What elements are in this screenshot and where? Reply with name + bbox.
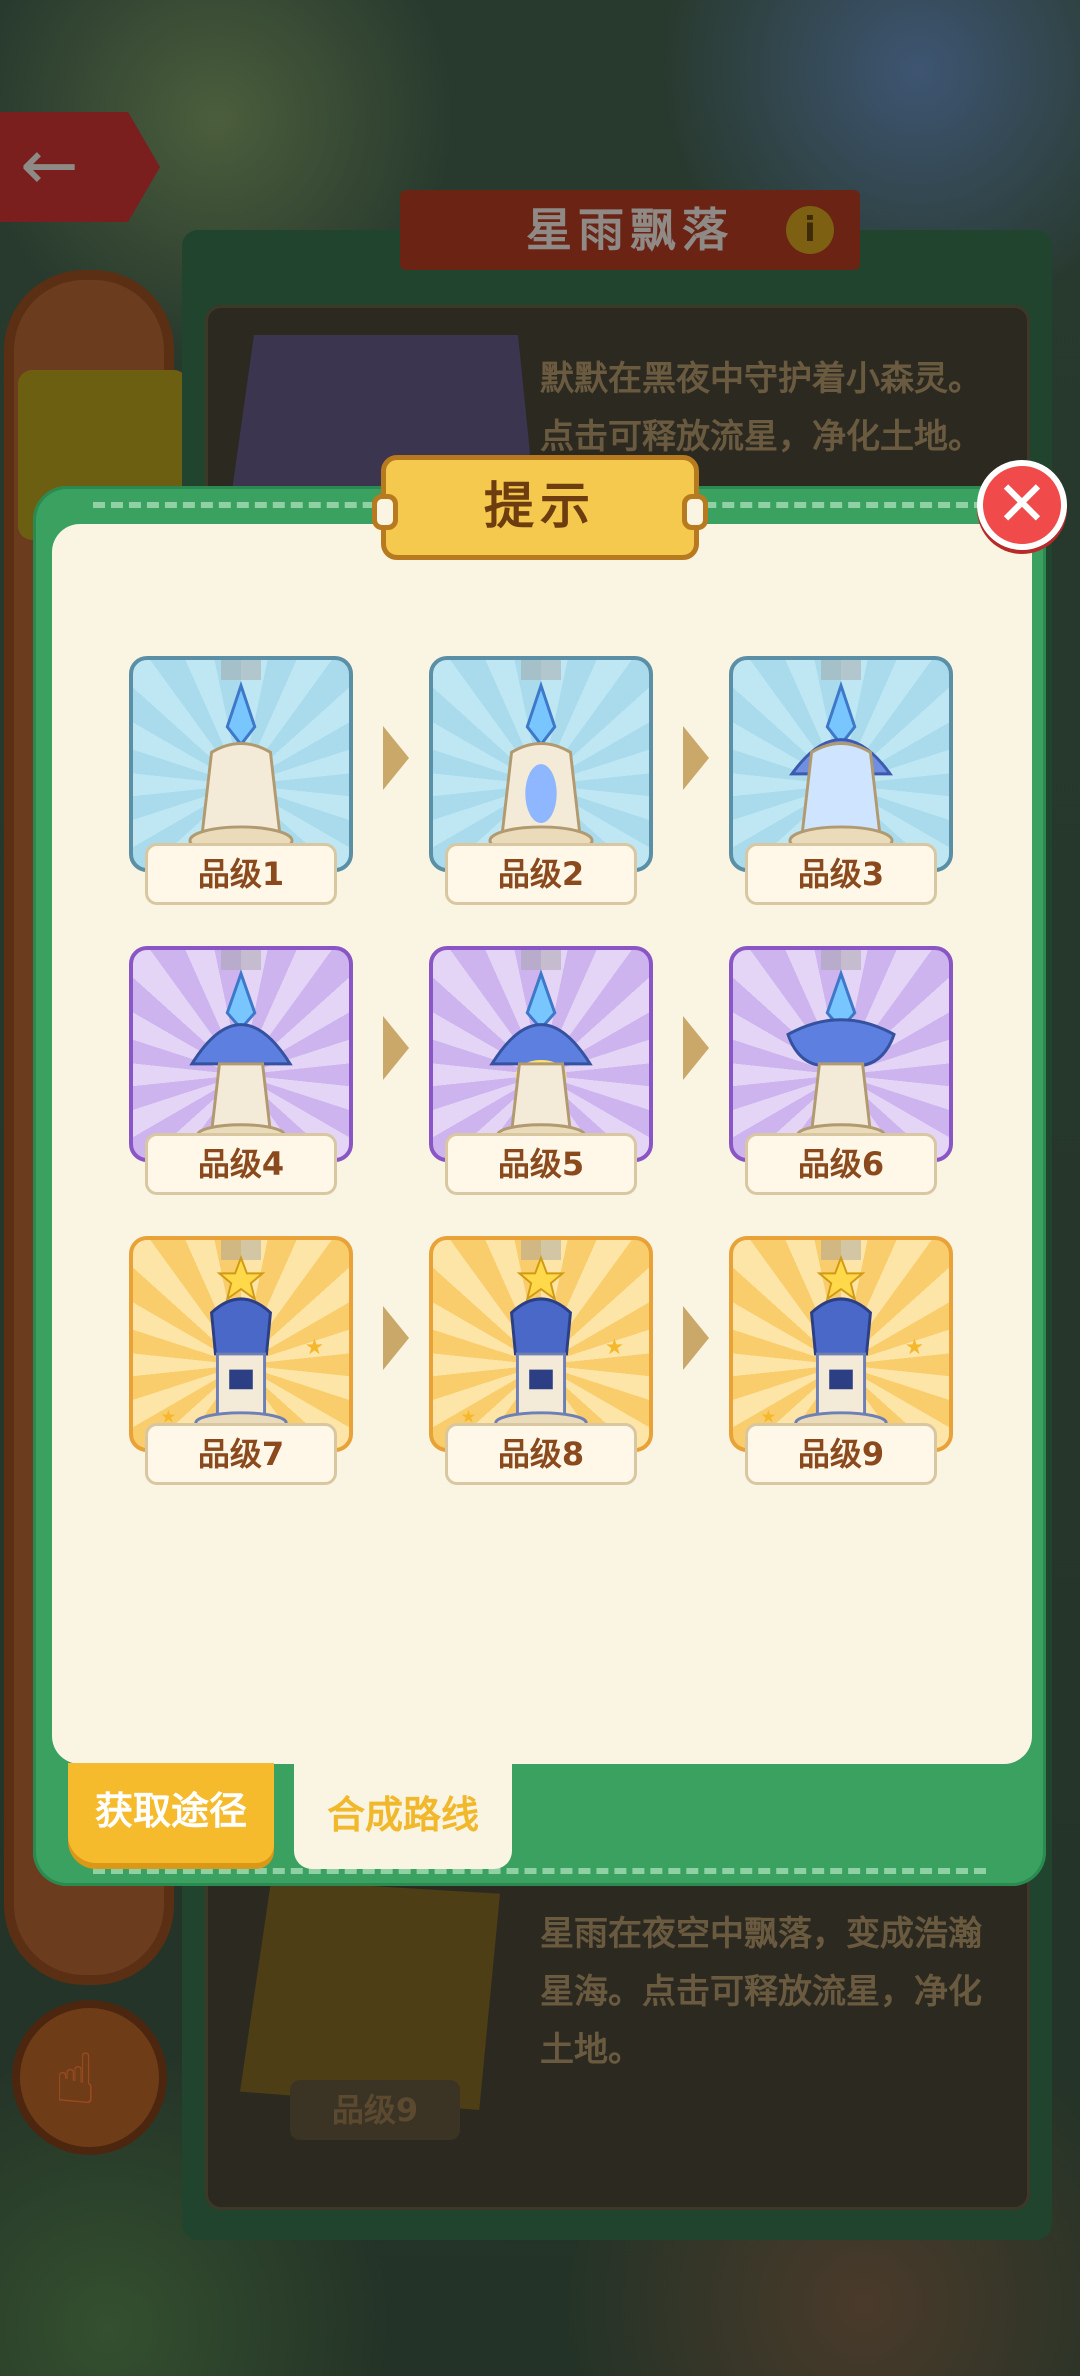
tier-label-2: 品级2	[445, 843, 637, 905]
info-icon[interactable]: i	[786, 206, 834, 254]
tier-card-2[interactable]	[429, 656, 653, 872]
back-button[interactable]: ←	[0, 112, 160, 222]
modal-title: 提示	[372, 455, 708, 560]
modal-dash-bottom	[93, 1868, 986, 1874]
merge-arrow-icon	[683, 726, 709, 790]
tab-get-path[interactable]: 获取途径	[68, 1763, 274, 1863]
tier-card-4[interactable]	[129, 946, 353, 1162]
merge-arrow-icon	[683, 1016, 709, 1080]
merge-arrow-icon	[383, 726, 409, 790]
tier-card-9[interactable]: ★ ★	[729, 1236, 953, 1452]
tier-label-7: 品级7	[145, 1423, 337, 1485]
tower-icon	[433, 674, 649, 864]
tower-icon	[733, 674, 949, 864]
svg-text:★: ★	[905, 1335, 924, 1360]
item-description-bottom: 星雨在夜空中飘落，变成浩瀚星海。点击可释放流星，净化土地。	[540, 1914, 982, 2070]
merge-arrow-icon	[383, 1016, 409, 1080]
close-button[interactable]: ✕	[977, 460, 1067, 550]
tower-icon: ★ ★	[433, 1254, 649, 1444]
close-icon: ✕	[996, 467, 1048, 540]
hand-pointer-icon: ☝	[54, 2038, 97, 2120]
svg-text:★: ★	[605, 1335, 624, 1360]
tier-card-8[interactable]: ★ ★	[429, 1236, 653, 1452]
tower-icon	[733, 964, 949, 1154]
tower-icon	[133, 674, 349, 864]
tower-icon	[433, 964, 649, 1154]
tower-icon: ★ ★	[733, 1254, 949, 1444]
tier-card-7[interactable]: ★ ★	[129, 1236, 353, 1452]
merge-arrow-icon	[683, 1306, 709, 1370]
tier-label-5: 品级5	[445, 1133, 637, 1195]
tier-card-1[interactable]	[129, 656, 353, 872]
tab-merge-route[interactable]: 合成路线	[294, 1763, 512, 1869]
item-grade-badge: 品级9	[290, 2080, 460, 2140]
tier-label-1: 品级1	[145, 843, 337, 905]
tier-label-6: 品级6	[745, 1133, 937, 1195]
item-art-bottom	[240, 1880, 500, 2110]
tier-card-5[interactable]	[429, 946, 653, 1162]
hand-button[interactable]: ☝	[12, 2000, 167, 2155]
tier-card-3[interactable]	[729, 656, 953, 872]
tier-label-9: 品级9	[745, 1423, 937, 1485]
tier-label-8: 品级8	[445, 1423, 637, 1485]
tier-card-6[interactable]	[729, 946, 953, 1162]
tower-icon: ★ ★	[133, 1254, 349, 1444]
item-title-banner: 星雨飘落 i	[400, 190, 860, 270]
item-title: 星雨飘落	[526, 203, 734, 257]
back-arrow-icon: ←	[20, 124, 79, 206]
tower-icon	[133, 964, 349, 1154]
merge-arrow-icon	[383, 1306, 409, 1370]
tier-label-4: 品级4	[145, 1133, 337, 1195]
tier-label-3: 品级3	[745, 843, 937, 905]
svg-text:★: ★	[305, 1335, 324, 1360]
